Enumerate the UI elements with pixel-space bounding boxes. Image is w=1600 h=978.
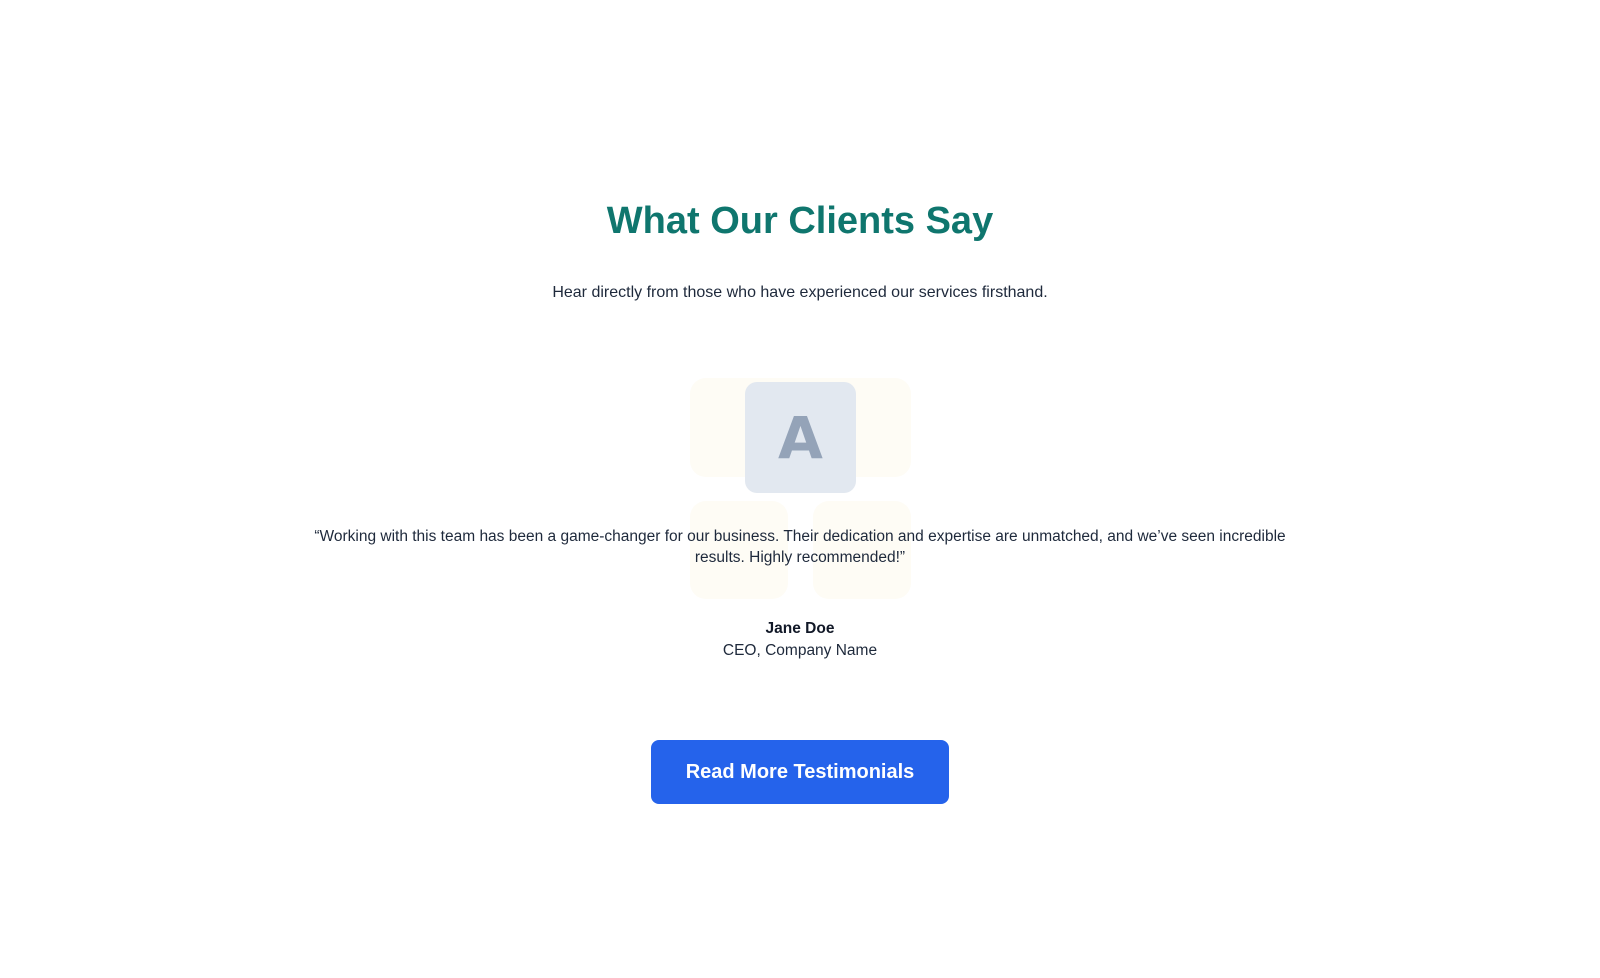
- read-more-testimonials-button[interactable]: Read More Testimonials: [651, 740, 949, 804]
- avatar: A: [745, 382, 856, 493]
- testimonials-section: What Our Clients Say Hear directly from …: [0, 0, 1600, 978]
- testimonial-quote: “Working with this team has been a game-…: [314, 528, 1286, 566]
- author-name: Jane Doe: [765, 620, 835, 637]
- section-title: What Our Clients Say: [606, 200, 994, 242]
- section-subtitle: Hear directly from those who have experi…: [552, 284, 1048, 301]
- author-role: CEO, Company Name: [722, 642, 878, 659]
